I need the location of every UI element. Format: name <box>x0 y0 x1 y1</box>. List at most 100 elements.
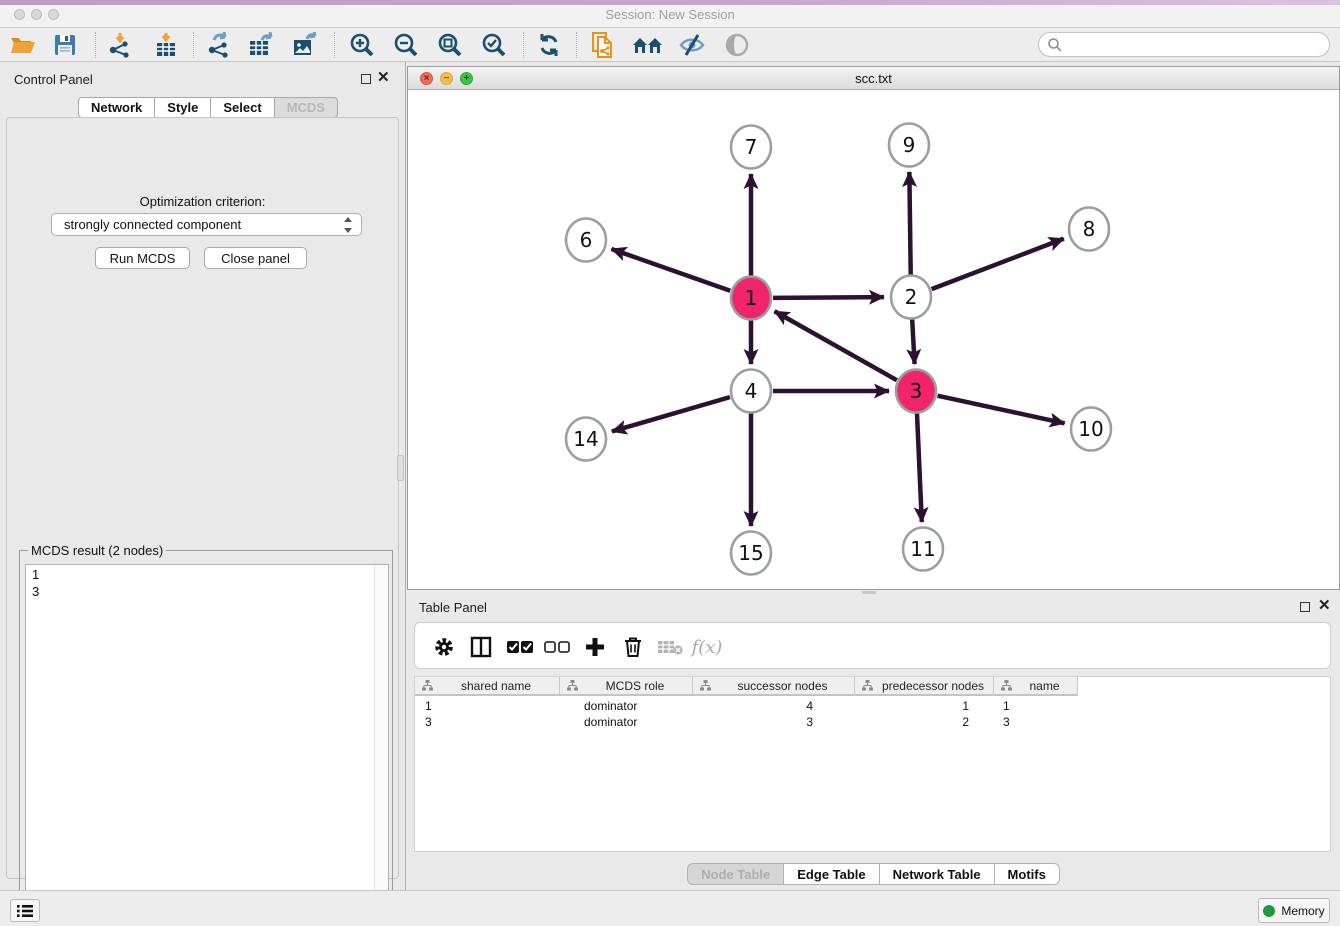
node-11[interactable]: 11 <box>903 528 943 571</box>
export-network-glyph <box>206 32 232 58</box>
import-table-icon[interactable] <box>149 30 183 60</box>
node-14[interactable]: 14 <box>566 418 606 461</box>
edge-3-11[interactable] <box>917 413 922 522</box>
table-cell[interactable]: 3 <box>994 714 1078 730</box>
task-list-icon <box>17 904 33 918</box>
mcds-result-legend: MCDS result (2 nodes) <box>28 543 166 558</box>
hide-selected-icon[interactable] <box>675 30 709 60</box>
tab-mcds[interactable]: MCDS <box>275 97 338 118</box>
export-image-icon[interactable] <box>289 30 323 60</box>
control-panel-float-icon[interactable] <box>361 74 371 84</box>
table-settings-gear-icon[interactable] <box>428 631 460 663</box>
criterion-dropdown-value: strongly connected component <box>64 217 241 232</box>
open-session-icon[interactable] <box>6 30 40 60</box>
zoom-out-icon[interactable] <box>389 30 423 60</box>
result-scrollbar[interactable] <box>374 565 388 918</box>
task-history-button[interactable] <box>10 899 40 922</box>
control-panel-title: Control Panel <box>14 72 93 87</box>
network-window-title: scc.txt <box>408 71 1339 86</box>
edge-2-8[interactable] <box>932 239 1064 290</box>
tab-node-table[interactable]: Node Table <box>687 863 784 885</box>
table-cell[interactable]: 3 <box>693 714 855 730</box>
export-network-icon[interactable] <box>202 30 236 60</box>
zoom-in-icon[interactable] <box>345 30 379 60</box>
horizontal-splitter-handle[interactable] <box>862 591 876 594</box>
edge-2-9[interactable] <box>909 172 910 275</box>
toggle-columns-icon[interactable] <box>465 631 497 663</box>
edge-3-10[interactable] <box>937 396 1064 424</box>
edge-4-14[interactable] <box>612 397 730 431</box>
edge-1-2[interactable] <box>773 297 884 298</box>
mcds-result-list[interactable]: 13 <box>25 564 389 919</box>
node-15[interactable]: 15 <box>731 532 771 575</box>
zoom-selected-icon[interactable] <box>477 30 511 60</box>
tab-network-table[interactable]: Network Table <box>880 863 995 885</box>
edge-3-1[interactable] <box>775 311 897 380</box>
control-panel-close-icon[interactable]: ✕ <box>377 69 390 87</box>
edge-2-3[interactable] <box>912 319 914 364</box>
node-10[interactable]: 10 <box>1071 408 1111 451</box>
column-type-icon <box>862 680 873 691</box>
run-mcds-button[interactable]: Run MCDS <box>95 247 190 269</box>
table-cell[interactable]: dominator <box>560 698 693 714</box>
tab-network[interactable]: Network <box>78 97 155 118</box>
table-cell[interactable]: dominator <box>560 714 693 730</box>
table-cell[interactable]: 1 <box>855 698 994 714</box>
show-hidden-icon[interactable] <box>720 30 754 60</box>
search-input[interactable] <box>1038 32 1330 57</box>
node-3[interactable]: 3 <box>896 370 936 413</box>
tab-style[interactable]: Style <box>155 97 211 118</box>
add-row-icon[interactable] <box>579 631 611 663</box>
zoom-selected-glyph <box>481 32 507 58</box>
node-table[interactable]: shared nameMCDS rolesuccessor nodesprede… <box>414 676 1331 852</box>
column-header-shared-name[interactable]: shared name <box>415 677 560 696</box>
table-cell[interactable]: 4 <box>693 698 855 714</box>
clone-network-icon[interactable] <box>586 30 620 60</box>
delete-row-icon[interactable] <box>617 631 649 663</box>
column-header-name[interactable]: name <box>994 677 1078 696</box>
export-table-icon[interactable] <box>245 30 279 60</box>
network-window-titlebar[interactable]: × − + scc.txt <box>408 67 1339 90</box>
select-all-icon[interactable] <box>504 631 536 663</box>
tab-edge-table[interactable]: Edge Table <box>784 863 879 885</box>
zoom-fit-glyph <box>437 32 463 58</box>
home-neighbors-icon[interactable] <box>631 30 665 60</box>
close-panel-button[interactable]: Close panel <box>204 247 307 269</box>
network-canvas[interactable]: 7 9 6 8 1 2 4 3 14 10 15 11 <box>408 90 1339 589</box>
tab-select[interactable]: Select <box>211 97 274 118</box>
deselect-all-icon[interactable] <box>541 631 573 663</box>
table-panel-float-icon[interactable] <box>1300 602 1310 612</box>
table-panel-close-icon[interactable]: ✕ <box>1318 597 1331 615</box>
search-icon <box>1047 37 1063 53</box>
zoom-fit-icon[interactable] <box>433 30 467 60</box>
node-1[interactable]: 1 <box>731 277 771 320</box>
node-9[interactable]: 9 <box>889 124 929 167</box>
column-header-predecessor-nodes[interactable]: predecessor nodes <box>855 677 994 696</box>
node-2[interactable]: 2 <box>891 276 931 319</box>
criterion-dropdown[interactable]: strongly connected component <box>51 213 362 236</box>
column-header-MCDS-role[interactable]: MCDS role <box>560 677 693 696</box>
table-cell[interactable]: 1 <box>994 698 1078 714</box>
trash-glyph <box>623 636 643 658</box>
open-folder-icon <box>9 33 37 57</box>
table-toolbar: f(x) <box>414 622 1331 669</box>
table-cell[interactable]: 2 <box>855 714 994 730</box>
save-session-icon[interactable] <box>48 30 82 60</box>
vertical-splitter-handle[interactable] <box>397 455 404 481</box>
tab-motifs[interactable]: Motifs <box>995 863 1060 885</box>
node-8[interactable]: 8 <box>1069 208 1109 251</box>
column-type-icon <box>567 680 578 691</box>
column-type-icon <box>1001 680 1012 691</box>
refresh-icon[interactable] <box>532 30 566 60</box>
eye-slash-glyph <box>678 33 706 57</box>
edge-1-6[interactable] <box>611 249 730 291</box>
control-panel: Control Panel ✕ NetworkStyleSelectMCDS O… <box>0 62 406 890</box>
column-header-successor-nodes[interactable]: successor nodes <box>693 677 855 696</box>
import-network-icon[interactable] <box>103 30 137 60</box>
node-7[interactable]: 7 <box>731 126 771 169</box>
table-cell[interactable]: 1 <box>415 698 560 714</box>
node-6[interactable]: 6 <box>566 219 606 262</box>
table-cell[interactable]: 3 <box>415 714 560 730</box>
memory-button[interactable]: Memory <box>1258 898 1330 923</box>
node-4[interactable]: 4 <box>731 370 771 413</box>
